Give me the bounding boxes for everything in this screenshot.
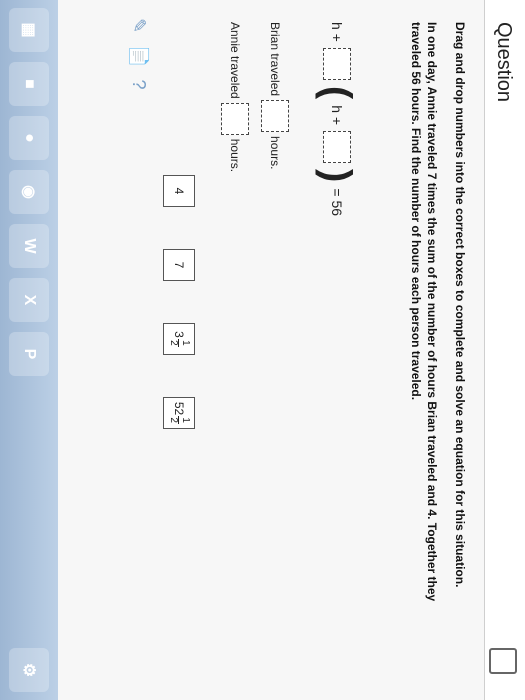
problem-line-2: traveled 56 hours. Find the number of ho… xyxy=(409,22,423,401)
app-icon-1[interactable]: ■ xyxy=(9,62,49,106)
start-icon[interactable]: ▦ xyxy=(9,8,49,52)
equation: h + ( h + ) = 56 xyxy=(315,22,359,217)
brian-answer-line: Brian traveled hours. xyxy=(261,22,289,169)
close-paren: ) xyxy=(315,169,359,183)
question-header: Question xyxy=(484,0,525,700)
pencil-icon[interactable]: ✎ xyxy=(128,18,149,33)
number-tiles: 4 7 3 1 2 52 1 2 xyxy=(163,175,195,429)
taskbar: ▦ ■ ● ◉ W X P ⚙ xyxy=(0,0,58,700)
tile-52-1-2[interactable]: 52 1 2 xyxy=(163,397,195,429)
annie-hours-label: hours. xyxy=(228,138,242,173)
word-icon[interactable]: W xyxy=(9,224,49,268)
powerpoint-icon[interactable]: P xyxy=(9,332,49,376)
equation-inner-h-plus: h + xyxy=(329,105,345,126)
drop-box-2[interactable] xyxy=(323,131,351,164)
excel-icon[interactable]: X xyxy=(9,278,49,322)
tile-3-1-2[interactable]: 3 1 2 xyxy=(163,323,195,355)
equation-equals: = 56 xyxy=(329,188,345,217)
equation-h-plus: h + xyxy=(329,22,345,42)
brian-drop-box[interactable] xyxy=(261,100,289,133)
calculator-icon[interactable] xyxy=(489,648,517,674)
tile-7[interactable]: 7 xyxy=(163,249,195,281)
brian-label: Brian traveled xyxy=(268,22,282,97)
open-paren: ( xyxy=(315,85,359,100)
hp-icon[interactable]: ● xyxy=(9,116,49,160)
drop-box-1[interactable] xyxy=(323,47,351,80)
annie-drop-box[interactable] xyxy=(221,102,249,135)
instruction-text: Drag and drop numbers into the correct b… xyxy=(453,22,467,588)
help-icon[interactable]: ? xyxy=(128,80,149,90)
tool-icons: ✎ 📄 ? xyxy=(128,18,149,90)
chrome-icon[interactable]: ◉ xyxy=(9,170,49,214)
question-panel: Question Drag and drop numbers into the … xyxy=(58,0,525,700)
page-icon[interactable]: 📄 xyxy=(128,45,149,67)
settings-icon[interactable]: ⚙ xyxy=(9,648,49,692)
screen: Question Drag and drop numbers into the … xyxy=(0,0,525,700)
question-title: Question xyxy=(493,22,515,103)
problem-line-1: In one day, Annie traveled 7 times the s… xyxy=(425,22,439,602)
brian-hours-label: hours. xyxy=(268,136,282,170)
tile-4[interactable]: 4 xyxy=(163,175,195,207)
annie-label: Annie traveled xyxy=(228,22,242,99)
annie-answer-line: Annie traveled hours. xyxy=(221,22,249,172)
